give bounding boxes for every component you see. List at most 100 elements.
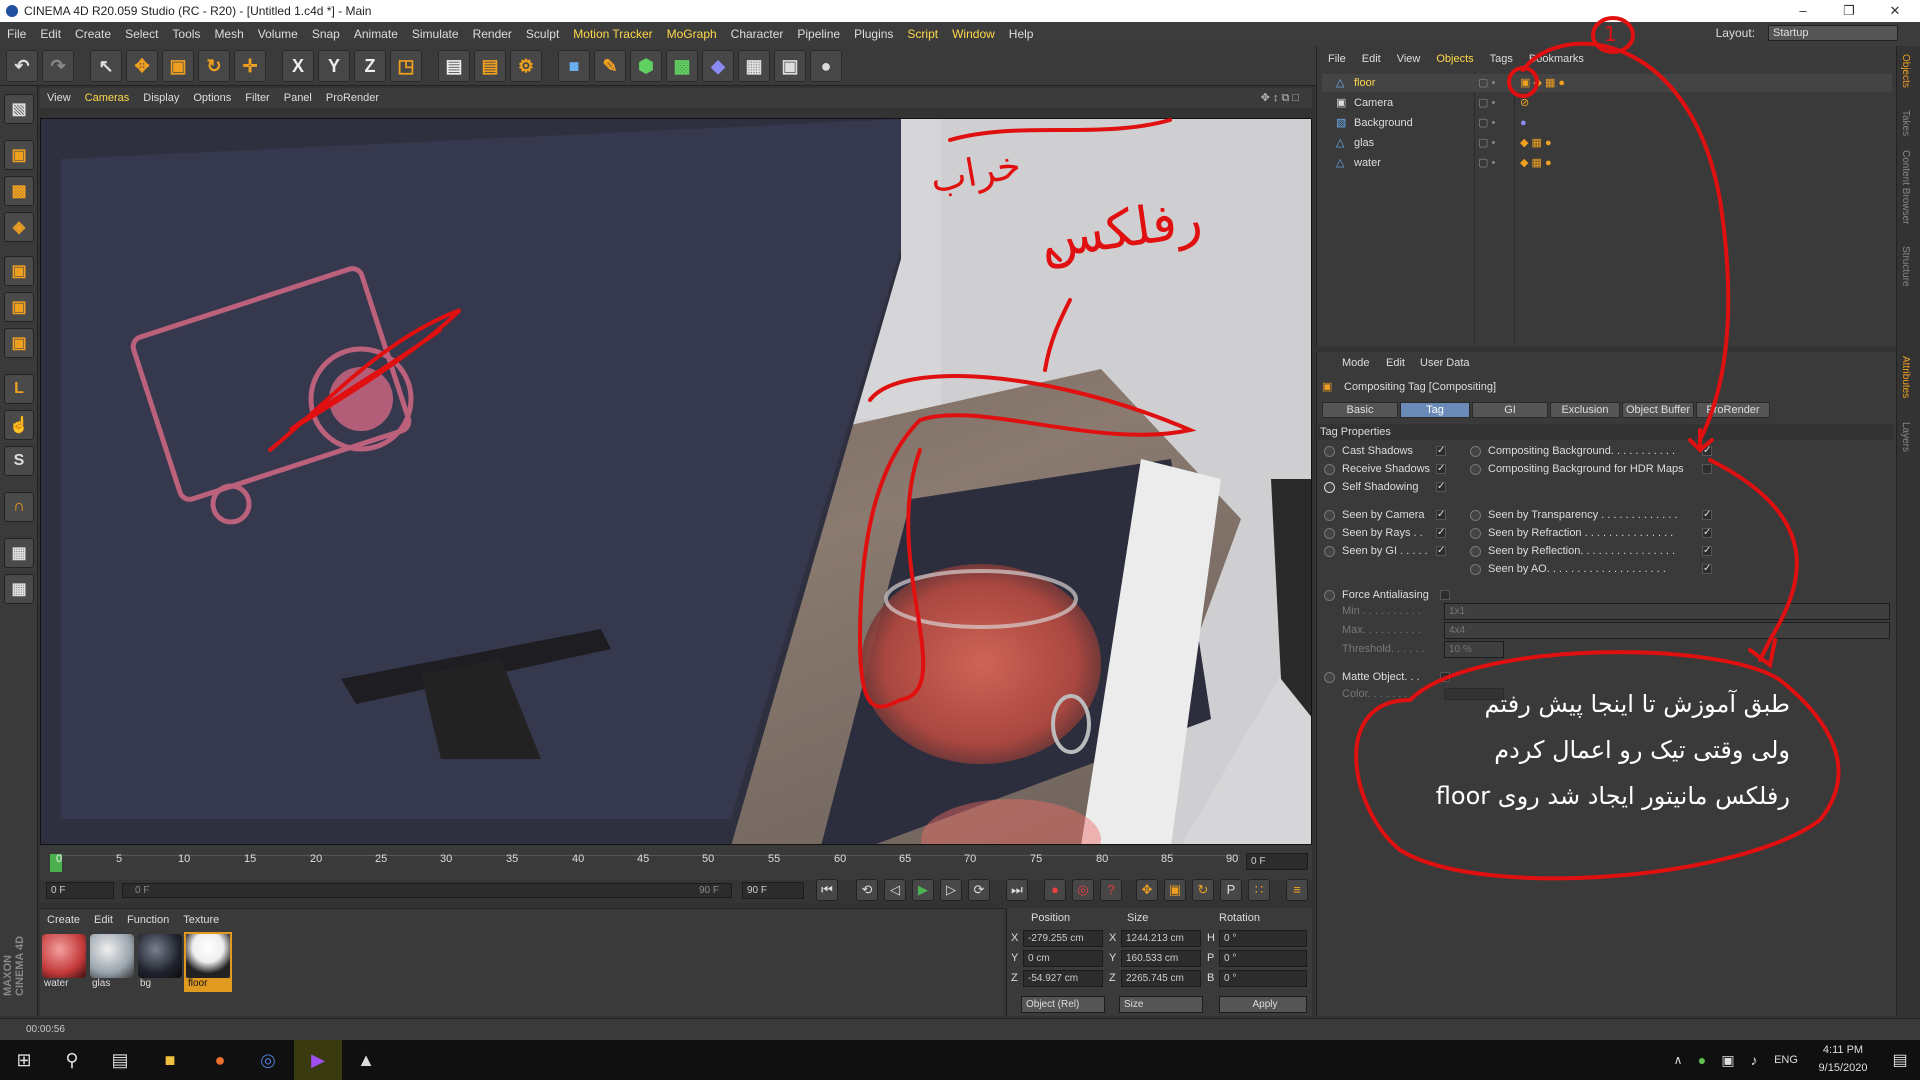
viewport-menu-filter[interactable]: Filter	[238, 92, 276, 104]
anim-radio[interactable]	[1324, 464, 1335, 475]
anim-radio[interactable]	[1324, 590, 1335, 601]
menu-file[interactable]: File	[0, 27, 33, 41]
material-bg[interactable]: bg	[138, 934, 182, 990]
menu-sculpt[interactable]: Sculpt	[519, 27, 566, 41]
redo-icon[interactable]: ↷	[42, 50, 74, 82]
make-editable-icon[interactable]: ▧	[4, 94, 34, 124]
material-menu-function[interactable]: Function	[120, 914, 176, 926]
checkbox-seen-by-transparency[interactable]: ✓	[1702, 510, 1712, 520]
object-name[interactable]: Background	[1354, 114, 1413, 132]
material-floor[interactable]: floor	[184, 932, 232, 992]
planar-workplane-icon[interactable]: ▦	[4, 574, 34, 604]
size-x-field[interactable]: 1244.213 cm	[1121, 930, 1201, 947]
checkbox-seen-by-rays[interactable]: ✓	[1436, 528, 1446, 538]
tag-icons[interactable]: ◆ ▦ ●	[1520, 134, 1552, 152]
menu-window[interactable]: Window	[945, 27, 1002, 41]
object-row-camera[interactable]: ▣ Camera ▢ • ⊘	[1322, 94, 1892, 112]
material-glas[interactable]: glas	[90, 934, 134, 990]
apply-button[interactable]: Apply	[1219, 996, 1307, 1013]
threshold-field[interactable]: 10 %	[1444, 641, 1504, 658]
menu-create[interactable]: Create	[68, 27, 118, 41]
anim-radio[interactable]	[1470, 564, 1481, 575]
side-tab-takes[interactable]: Takes	[1900, 110, 1911, 136]
viewport-menu-panel[interactable]: Panel	[277, 92, 319, 104]
tab-tag[interactable]: Tag	[1400, 402, 1470, 418]
object-row-floor[interactable]: △ floor ▢ • ▣ ◆ ▦ ●	[1322, 74, 1892, 92]
anim-radio[interactable]	[1470, 464, 1481, 475]
tray-app-icon[interactable]: ●	[1690, 1040, 1714, 1080]
material-water[interactable]: water	[42, 934, 86, 990]
side-tab-attributes[interactable]: Attributes	[1900, 356, 1911, 398]
axis-mode-icon[interactable]: L	[4, 374, 34, 404]
goto-end-icon[interactable]: ⏭	[1006, 879, 1028, 901]
floor-icon[interactable]: ▦	[738, 50, 770, 82]
anim-radio[interactable]	[1324, 672, 1335, 683]
render-picture-viewer-icon[interactable]: ▤	[474, 50, 506, 82]
menu-script[interactable]: Script	[900, 27, 945, 41]
anim-radio[interactable]	[1470, 528, 1481, 539]
workplane-mode-icon[interactable]: ◈	[4, 212, 34, 242]
menu-help[interactable]: Help	[1002, 27, 1041, 41]
checkbox-seen-by-reflection[interactable]: ✓	[1702, 546, 1712, 556]
z-axis-lock-icon[interactable]: Z	[354, 50, 386, 82]
anim-radio[interactable]	[1470, 546, 1481, 557]
object-name[interactable]: water	[1354, 154, 1381, 172]
snap-icon[interactable]: S	[4, 446, 34, 476]
tag-icons[interactable]: ●	[1520, 114, 1527, 132]
menu-edit[interactable]: Edit	[33, 27, 68, 41]
checkbox-seen-by-gi[interactable]: ✓	[1436, 546, 1446, 556]
network-icon[interactable]: ▣	[1716, 1040, 1740, 1080]
model-mode-icon[interactable]: ▣	[4, 140, 34, 170]
subdivision-icon[interactable]: ⬢	[630, 50, 662, 82]
autokeying-icon[interactable]: ◎	[1072, 879, 1094, 901]
frame-range-slider[interactable]: 0 F 90 F	[122, 883, 732, 898]
visibility-icon[interactable]: ▢ •	[1478, 114, 1495, 132]
minimize-button[interactable]: –	[1780, 0, 1826, 22]
checkbox-matte-object[interactable]	[1440, 672, 1450, 682]
language-indicator[interactable]: ENG	[1770, 1040, 1802, 1080]
checkbox-seen-by-camera[interactable]: ✓	[1436, 510, 1446, 520]
cube-icon[interactable]: ■	[558, 50, 590, 82]
checkbox-force-antialiasing[interactable]	[1440, 590, 1450, 600]
video-editor-icon[interactable]: ▶	[294, 1040, 342, 1080]
windows-start-icon[interactable]: ⊞	[0, 1040, 48, 1080]
scale-icon[interactable]: ▣	[162, 50, 194, 82]
anim-radio[interactable]	[1470, 446, 1481, 457]
pen-spline-icon[interactable]: ✎	[594, 50, 626, 82]
visibility-icon[interactable]: ▢ •	[1478, 154, 1495, 172]
timeline-ruler[interactable]: 0 5 10 15 20 25 30 35 40 45 50 55 60 65 …	[40, 845, 1312, 881]
object-name[interactable]: Camera	[1354, 94, 1393, 112]
tag-icons[interactable]: ◆ ▦ ●	[1520, 154, 1552, 172]
start-frame-field[interactable]: 0 F	[46, 882, 114, 899]
size-mode-dropdown[interactable]: Size	[1119, 996, 1203, 1013]
viewport-menu-cameras[interactable]: Cameras	[78, 92, 137, 104]
max-dropdown[interactable]: 4x4	[1444, 622, 1890, 639]
key-pla-icon[interactable]: ∷	[1248, 879, 1270, 901]
render-view-icon[interactable]: ▤	[438, 50, 470, 82]
size-y-field[interactable]: 160.533 cm	[1121, 950, 1201, 967]
key-rotation-icon[interactable]: ↻	[1192, 879, 1214, 901]
checkbox-seen-by-refraction[interactable]: ✓	[1702, 528, 1712, 538]
x-axis-lock-icon[interactable]: X	[282, 50, 314, 82]
timeline-layout-icon[interactable]: ≡	[1286, 879, 1308, 901]
objects-menu-edit[interactable]: Edit	[1354, 53, 1389, 65]
tweak-mode-icon[interactable]: ☝	[4, 410, 34, 440]
menu-volume[interactable]: Volume	[251, 27, 305, 41]
tab-exclusion[interactable]: Exclusion	[1550, 402, 1620, 418]
side-tab-content-browser[interactable]: Content Browser	[1900, 150, 1911, 224]
key-scale-icon[interactable]: ▣	[1164, 879, 1186, 901]
side-tab-objects[interactable]: Objects	[1900, 54, 1911, 88]
objects-menu-objects[interactable]: Objects	[1428, 53, 1481, 65]
checkbox-self-shadowing[interactable]: ✓	[1436, 482, 1446, 492]
viewport-menu-prorender[interactable]: ProRender	[319, 92, 386, 104]
anim-radio[interactable]	[1324, 528, 1335, 539]
checkbox-compositing-background-hdr[interactable]	[1702, 464, 1712, 474]
menu-render[interactable]: Render	[466, 27, 519, 41]
next-frame-icon[interactable]: ▷	[940, 879, 962, 901]
task-view-icon[interactable]: ▤	[96, 1040, 144, 1080]
tab-basic[interactable]: Basic	[1322, 402, 1398, 418]
object-name[interactable]: glas	[1354, 134, 1374, 152]
min-dropdown[interactable]: 1x1	[1444, 603, 1890, 620]
menu-pipeline[interactable]: Pipeline	[790, 27, 847, 41]
objects-menu-bookmarks[interactable]: Bookmarks	[1521, 53, 1592, 65]
